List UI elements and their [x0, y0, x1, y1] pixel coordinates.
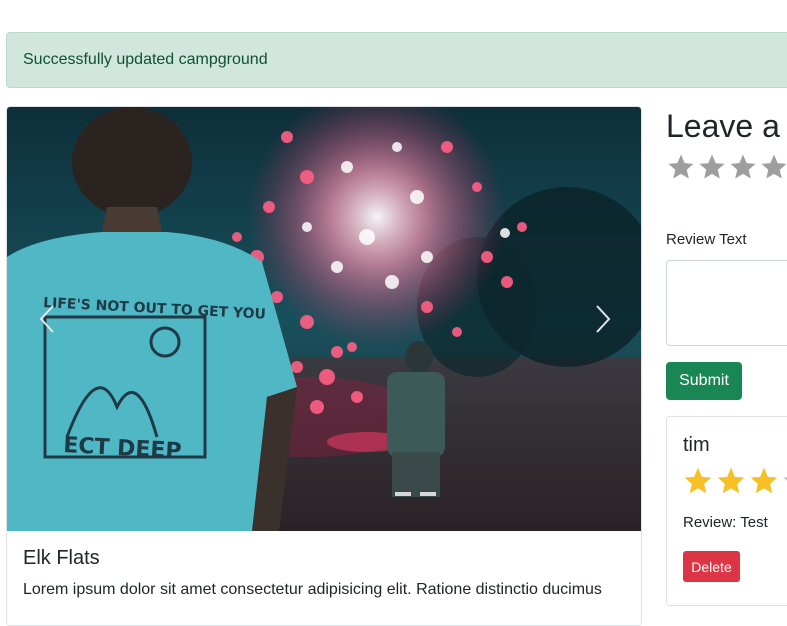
delete-review-button[interactable]: Delete	[683, 551, 740, 582]
star-icon[interactable]	[697, 152, 727, 182]
star-rating-input[interactable]	[666, 152, 787, 182]
review-form-heading: Leave a R	[666, 108, 787, 144]
review-rating-stars	[682, 465, 787, 497]
flash-alert-success: Successfully updated campground	[6, 32, 787, 88]
review-text-label: Review Text	[666, 231, 747, 248]
chevron-left-icon	[39, 305, 54, 333]
review-text-input[interactable]	[666, 260, 787, 346]
campground-card-body: Elk Flats Lorem ipsum dolor sit amet con…	[7, 531, 641, 618]
star-icon[interactable]	[759, 152, 787, 182]
carousel-prev-button[interactable]	[7, 107, 87, 531]
campground-title: Elk Flats	[23, 547, 100, 569]
campground-photo: LIFE'S NOT OUT TO GET YOU ECT DEEP	[7, 107, 641, 531]
alert-message: Successfully updated campground	[23, 51, 268, 68]
chevron-right-icon	[596, 305, 611, 333]
star-icon[interactable]	[666, 152, 696, 182]
campground-card: LIFE'S NOT OUT TO GET YOU ECT DEEP Elk F…	[6, 106, 642, 626]
campground-description: Lorem ipsum dolor sit amet consectetur a…	[23, 581, 602, 598]
review-author: tim	[683, 434, 710, 456]
star-filled-icon	[717, 467, 745, 494]
star-filled-icon	[750, 467, 778, 494]
star-filled-icon	[684, 467, 712, 494]
carousel-next-button[interactable]	[563, 107, 641, 531]
star-icon[interactable]	[728, 152, 758, 182]
star-empty-icon	[783, 477, 787, 481]
submit-review-button[interactable]: Submit	[666, 362, 742, 400]
review-text: Review: Test	[683, 514, 768, 531]
image-carousel: LIFE'S NOT OUT TO GET YOU ECT DEEP	[7, 107, 641, 531]
